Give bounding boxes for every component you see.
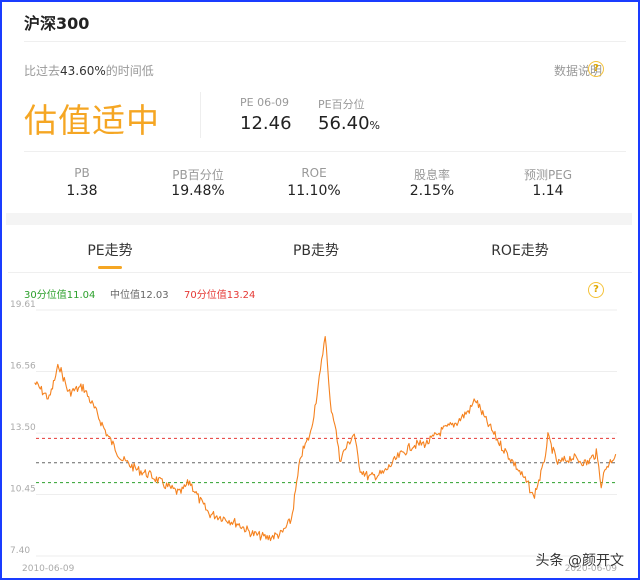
chart-labels: 19.6116.5613.5010.457.402010-06-09 2020-0…: [10, 300, 617, 574]
pe-trend-chart: 19.6116.5613.5010.457.402010-06-09 2020-0…: [10, 300, 617, 574]
tab-pb-trend[interactable]: PB走势: [216, 240, 416, 260]
percentile-compare-text: 比过去43.60%的时间低: [24, 62, 154, 79]
chart-help-icon[interactable]: ?: [588, 282, 604, 298]
metric-label-pb: PB: [74, 166, 90, 180]
valuation-verdict: 估值适中: [24, 101, 160, 140]
index-title: 沪深300: [24, 14, 90, 33]
metric-label-pb-percentile: PB百分位: [172, 168, 224, 182]
pe-label: PE 06-09: [240, 96, 290, 109]
section-gap: [6, 213, 632, 225]
y-tick-label: 19.61: [10, 300, 36, 310]
metric-label-forecast-peg: 预测PEG: [523, 168, 573, 182]
compare-prefix: 比过去: [24, 64, 61, 78]
pe-percentile-label: PE百分位: [318, 98, 365, 111]
divider: [8, 272, 632, 273]
legend-70-percentile: 70分位值13.24: [184, 290, 256, 301]
x-tick-label-start: 2010-06-09: [22, 564, 75, 574]
y-tick-label: 16.56: [10, 361, 36, 371]
tab-pe-trend[interactable]: PE走势: [10, 240, 210, 260]
metric-value-forecast-peg: 1.14: [532, 183, 564, 199]
pe-percentile-value: 56.40%: [318, 113, 380, 134]
tab-roe-trend[interactable]: ROE走势: [420, 240, 620, 260]
legend-median: 中位值12.03: [110, 290, 169, 301]
metric-label-dividend-yield: 股息率: [413, 168, 450, 182]
metric-value-roe: 11.10%: [287, 183, 341, 199]
y-tick-label: 10.45: [10, 485, 36, 495]
metric-value-dividend-yield: 2.15%: [409, 183, 455, 199]
y-tick-label: 7.40: [10, 546, 30, 556]
help-icon[interactable]: ?: [588, 61, 604, 77]
divider: [24, 41, 626, 42]
compare-suffix: 的时间低: [105, 64, 154, 78]
watermark: 头条 @颜开文: [535, 553, 624, 569]
y-tick-label: 13.50: [10, 423, 36, 433]
legend-30-percentile: 30分位值11.04: [24, 290, 96, 301]
pe-percentile-number: 56.40: [318, 113, 370, 134]
compare-value: 43.60%: [60, 64, 106, 78]
pe-percentile-unit: %: [369, 119, 380, 132]
metric-label-roe: ROE: [301, 166, 327, 180]
metric-value-pb-percentile: 19.48%: [171, 183, 225, 199]
active-tab-indicator: [98, 266, 122, 269]
metric-value-pb: 1.38: [66, 183, 98, 199]
pe-value: 12.46: [240, 113, 292, 134]
divider: [24, 151, 626, 152]
divider: [200, 92, 201, 138]
